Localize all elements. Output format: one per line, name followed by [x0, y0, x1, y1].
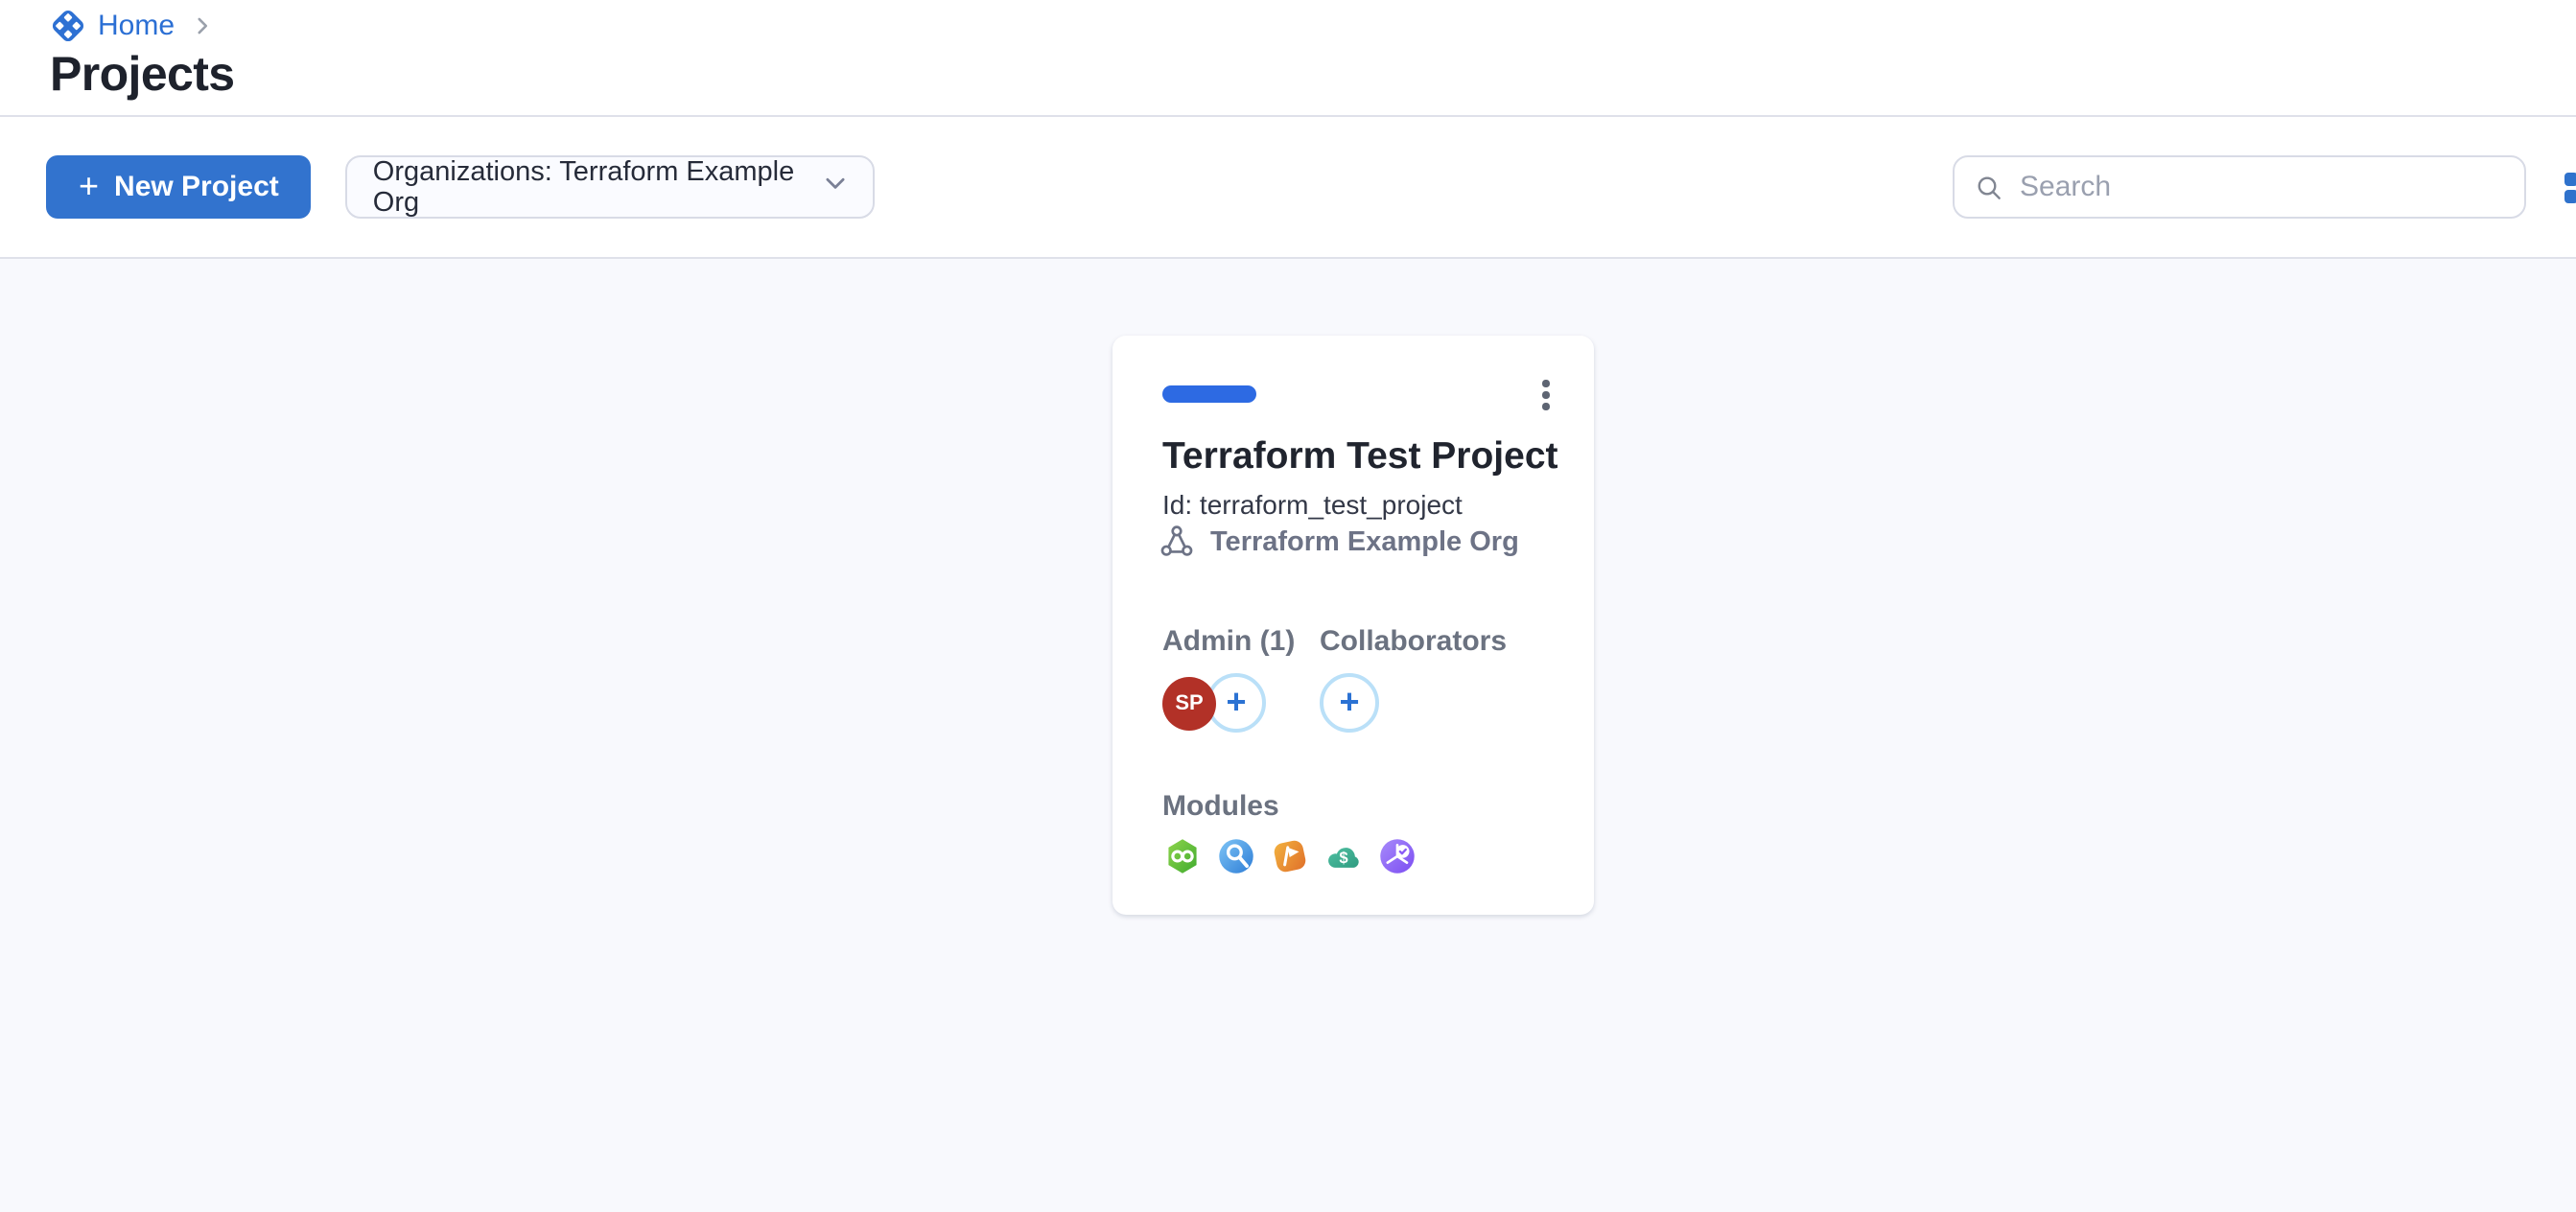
- organizations-filter-dropdown[interactable]: Organizations: Terraform Example Org: [346, 155, 876, 219]
- organizations-filter-value: Organizations: Terraform Example Org: [373, 156, 822, 218]
- project-organization: Terraform Example Org: [1159, 524, 1519, 560]
- chevron-down-icon: [822, 169, 851, 205]
- project-card[interactable]: Terraform Test Project Id: terraform_tes…: [1112, 336, 1594, 915]
- new-project-label: New Project: [114, 171, 279, 203]
- admin-avatar[interactable]: SP: [1162, 677, 1216, 731]
- new-project-button[interactable]: + New Project: [46, 155, 312, 219]
- app-logo-icon: [50, 8, 86, 44]
- admin-section-label: Admin (1): [1162, 625, 1295, 658]
- search-icon: [1974, 172, 2004, 202]
- page-header: Home Projects: [0, 0, 2576, 117]
- plus-icon: +: [79, 168, 99, 202]
- module-flag-icon: [1272, 838, 1308, 874]
- chevron-right-icon: [190, 13, 215, 38]
- modules-row: $: [1164, 838, 1416, 874]
- grid-view-toggle-icon[interactable]: [2564, 173, 2576, 203]
- app-screen: Home Projects + New Project Organization…: [0, 0, 2576, 1212]
- organization-name: Terraform Example Org: [1210, 526, 1519, 557]
- project-title: Terraform Test Project: [1162, 435, 1558, 479]
- breadcrumb: Home: [50, 0, 2576, 38]
- module-approval-check-icon: [1379, 838, 1416, 874]
- project-menu-kebab-icon[interactable]: [1533, 378, 1559, 420]
- organization-icon: [1159, 524, 1195, 560]
- toolbar: + New Project Organizations: Terraform E…: [0, 117, 2576, 259]
- project-id: Id: terraform_test_project: [1162, 489, 1463, 520]
- module-cost-cloud-icon: $: [1325, 838, 1362, 874]
- search-box: [1953, 155, 2526, 219]
- collaborators-section-label: Collaborators: [1320, 625, 1507, 658]
- page-title: Projects: [50, 48, 2576, 104]
- svg-text:$: $: [1339, 849, 1347, 867]
- project-color-tag: [1162, 385, 1256, 403]
- module-infinity-hexagon-icon: [1164, 838, 1201, 874]
- projects-grid: Terraform Test Project Id: terraform_tes…: [0, 259, 2576, 1210]
- modules-section-label: Modules: [1162, 790, 1279, 823]
- breadcrumb-home-link[interactable]: Home: [98, 10, 175, 42]
- module-search-sphere-icon: [1218, 838, 1254, 874]
- search-input[interactable]: [2020, 171, 2505, 203]
- add-collaborator-button[interactable]: +: [1320, 673, 1379, 733]
